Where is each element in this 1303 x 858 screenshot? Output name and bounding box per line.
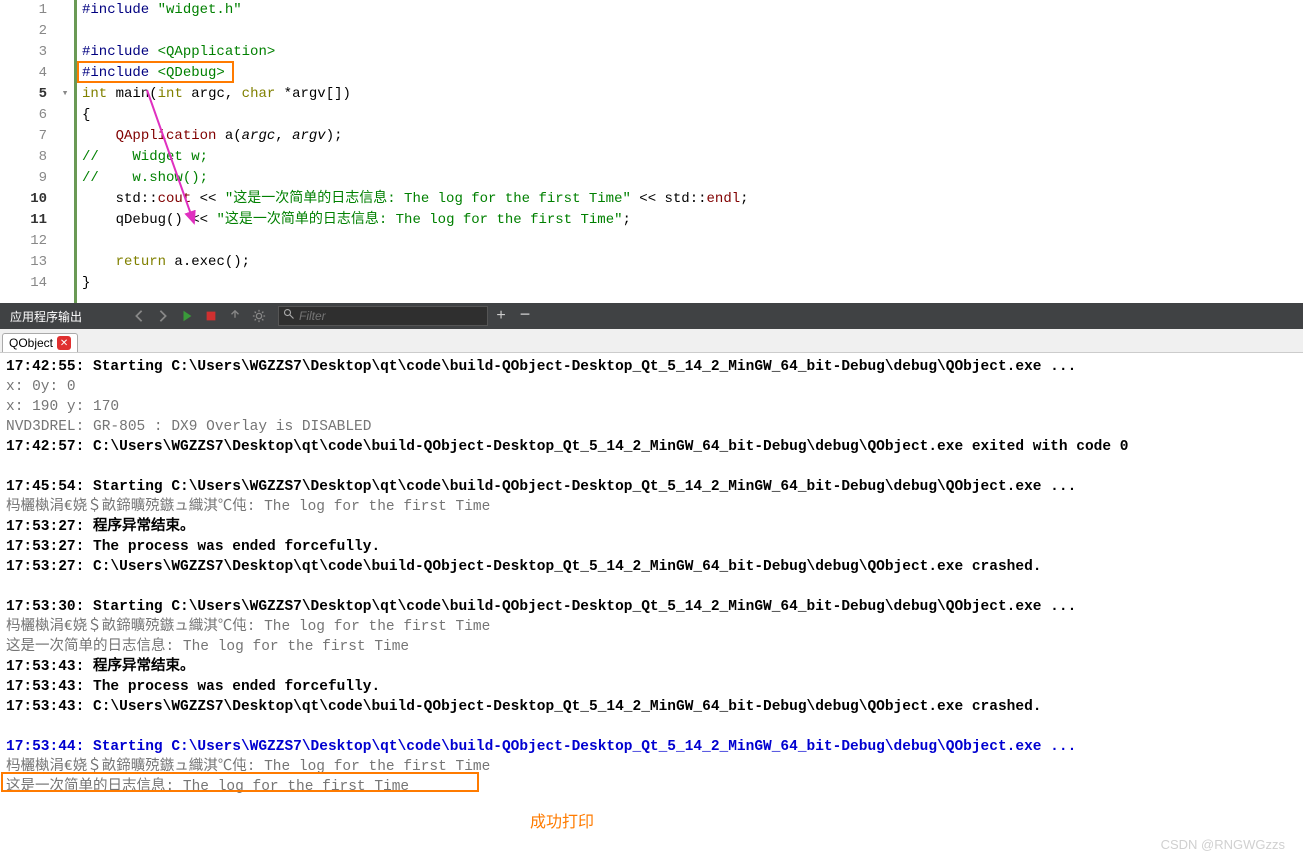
code-line[interactable]: #include <QDebug> <box>74 63 1303 84</box>
output-line: 17:53:44: Starting C:\Users\WGZZS7\Deskt… <box>6 737 1297 757</box>
code-line[interactable]: qDebug() << "这是一次简单的日志信息: The log for th… <box>74 210 1303 231</box>
output-pane[interactable]: 17:42:55: Starting C:\Users\WGZZS7\Deskt… <box>0 353 1303 801</box>
attach-button[interactable] <box>224 305 246 327</box>
zoom-out-button[interactable]: − <box>514 305 536 327</box>
output-line: 17:45:54: Starting C:\Users\WGZZS7\Deskt… <box>6 477 1297 497</box>
line-number-gutter: 1234567891011121314 <box>0 0 56 303</box>
zoom-in-button[interactable]: + <box>490 305 512 327</box>
code-line[interactable] <box>74 231 1303 252</box>
output-line <box>6 577 1297 597</box>
next-button[interactable] <box>152 305 174 327</box>
output-line: 17:53:43: C:\Users\WGZZS7\Desktop\qt\cod… <box>6 697 1297 717</box>
code-line[interactable]: std::cout << "这是一次简单的日志信息: The log for t… <box>74 189 1303 210</box>
output-line: 17:53:27: C:\Users\WGZZS7\Desktop\qt\cod… <box>6 557 1297 577</box>
output-line: x: 0y: 0 <box>6 377 1297 397</box>
code-line[interactable]: return a.exec(); <box>74 252 1303 273</box>
settings-button[interactable] <box>248 305 270 327</box>
output-line: NVD3DREL: GR-805 : DX9 Overlay is DISABL… <box>6 417 1297 437</box>
code-editor[interactable]: 1234567891011121314 ▾ #include "widget.h… <box>0 0 1303 303</box>
output-line: 17:53:43: 程序异常结束。 <box>6 657 1297 677</box>
output-tab-bar: QObject ✕ <box>0 329 1303 353</box>
close-icon[interactable]: ✕ <box>57 336 71 350</box>
search-icon <box>283 308 295 324</box>
filter-input[interactable] <box>299 309 483 323</box>
code-line[interactable]: #include <QApplication> <box>74 42 1303 63</box>
output-line: 17:53:27: 程序异常结束。 <box>6 517 1297 537</box>
code-line[interactable]: #include "widget.h" <box>74 0 1303 21</box>
output-line: 17:42:55: Starting C:\Users\WGZZS7\Deskt… <box>6 357 1297 377</box>
code-line[interactable]: { <box>74 105 1303 126</box>
change-indicator <box>74 0 77 303</box>
panel-title: 应用程序输出 <box>0 308 92 325</box>
output-line: 杩欐槸涓€娆＄畝鍗曠殑鏃ュ織淇℃伅: The log for the first… <box>6 617 1297 637</box>
stop-button[interactable] <box>200 305 222 327</box>
output-line: 杩欐槸涓€娆＄畝鍗曠殑鏃ュ織淇℃伅: The log for the first… <box>6 497 1297 517</box>
output-line: 17:53:30: Starting C:\Users\WGZZS7\Deskt… <box>6 597 1297 617</box>
output-line: 17:53:27: The process was ended forceful… <box>6 537 1297 557</box>
code-line[interactable]: QApplication a(argc, argv); <box>74 126 1303 147</box>
tab-label: QObject <box>9 336 53 350</box>
output-panel-header: 应用程序输出 + − <box>0 303 1303 329</box>
run-button[interactable] <box>176 305 198 327</box>
fold-column: ▾ <box>56 0 74 303</box>
output-line: 17:42:57: C:\Users\WGZZS7\Desktop\qt\cod… <box>6 437 1297 457</box>
code-line[interactable]: // Widget w; <box>74 147 1303 168</box>
code-line[interactable]: int main(int argc, char *argv[]) <box>74 84 1303 105</box>
output-line <box>6 457 1297 477</box>
annotation-text: 成功打印 <box>530 808 594 832</box>
code-line[interactable] <box>74 21 1303 42</box>
output-line: 杩欐槸涓€娆＄畝鍗曠殑鏃ュ織淇℃伅: The log for the first… <box>6 757 1297 777</box>
watermark: CSDN @RNGWGzzs <box>1161 837 1285 852</box>
output-line: 这是一次简单的日志信息: The log for the first Time <box>6 637 1297 657</box>
output-line: x: 190 y: 170 <box>6 397 1297 417</box>
tab-qobject[interactable]: QObject ✕ <box>2 333 78 352</box>
code-area[interactable]: #include "widget.h" #include <QApplicatio… <box>74 0 1303 303</box>
prev-button[interactable] <box>128 305 150 327</box>
code-line[interactable]: // w.show(); <box>74 168 1303 189</box>
filter-box[interactable] <box>278 306 488 326</box>
output-line: 17:53:43: The process was ended forceful… <box>6 677 1297 697</box>
output-line: 这是一次简单的日志信息: The log for the first Time <box>6 777 1297 797</box>
output-line <box>6 717 1297 737</box>
code-line[interactable]: } <box>74 273 1303 294</box>
